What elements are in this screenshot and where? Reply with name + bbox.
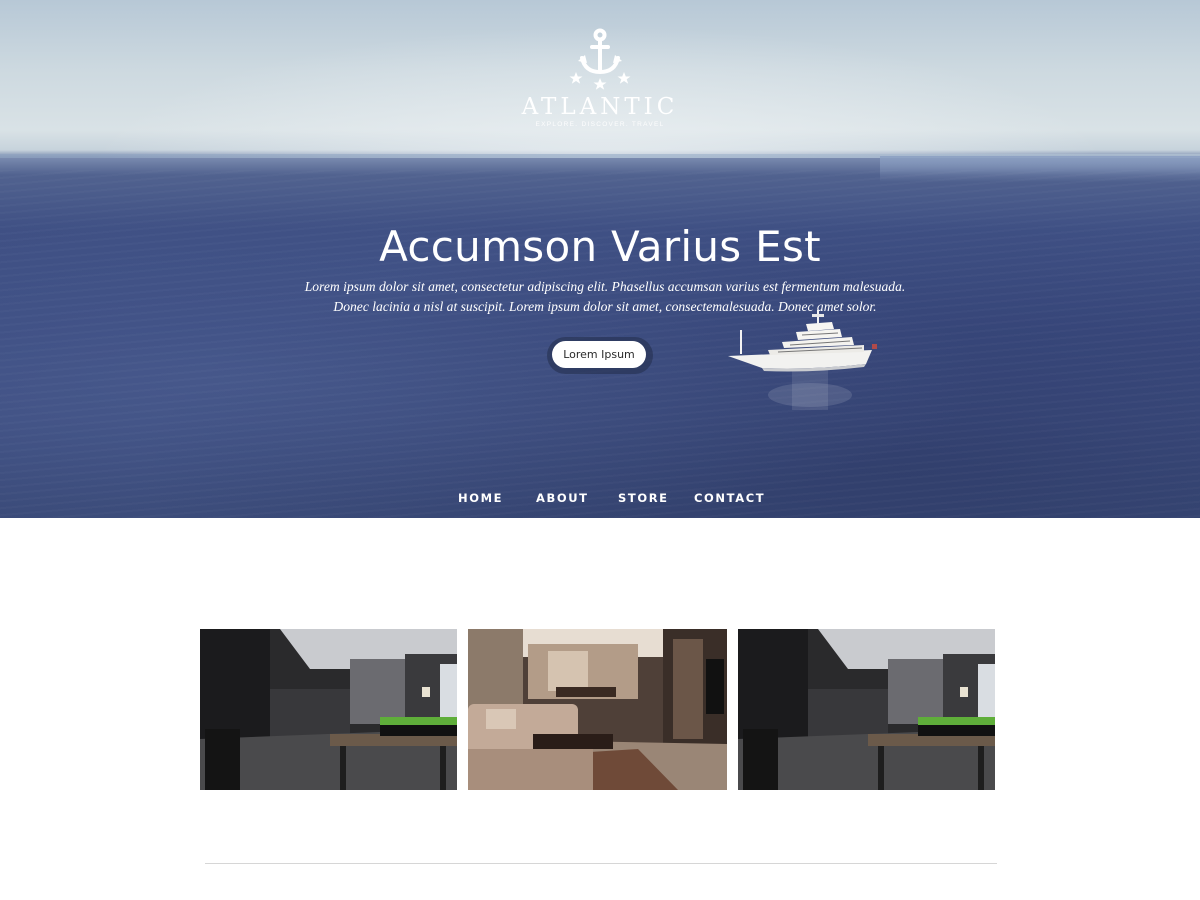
main-nav: HOME ABOUT STORE CONTACT bbox=[0, 491, 1200, 507]
gallery-image-1[interactable] bbox=[200, 629, 457, 790]
section-divider bbox=[205, 863, 997, 864]
hero-title: Accumson Varius Est bbox=[379, 222, 821, 271]
gallery-image-3[interactable] bbox=[738, 629, 995, 790]
cta-button[interactable]: Lorem Ipsum bbox=[552, 341, 646, 368]
nav-item-about[interactable]: ABOUT bbox=[536, 491, 589, 505]
gallery-image-2[interactable] bbox=[468, 629, 727, 790]
anchor-icon bbox=[569, 28, 631, 90]
nav-item-home[interactable]: HOME bbox=[458, 491, 503, 505]
brand-logo[interactable]: ATLANTIC EXPLORE. DISCOVER. TRAVEL bbox=[500, 28, 700, 128]
nav-item-store[interactable]: STORE bbox=[618, 491, 669, 505]
yacht-illustration bbox=[728, 310, 877, 410]
brand-name: ATLANTIC bbox=[521, 94, 679, 120]
nav-item-contact[interactable]: CONTACT bbox=[694, 491, 765, 505]
hero-description-line-1: Lorem ipsum dolor sit amet, consectetur … bbox=[304, 279, 906, 294]
star-icons bbox=[569, 72, 631, 90]
brand-tagline: EXPLORE. DISCOVER. TRAVEL bbox=[535, 121, 665, 128]
